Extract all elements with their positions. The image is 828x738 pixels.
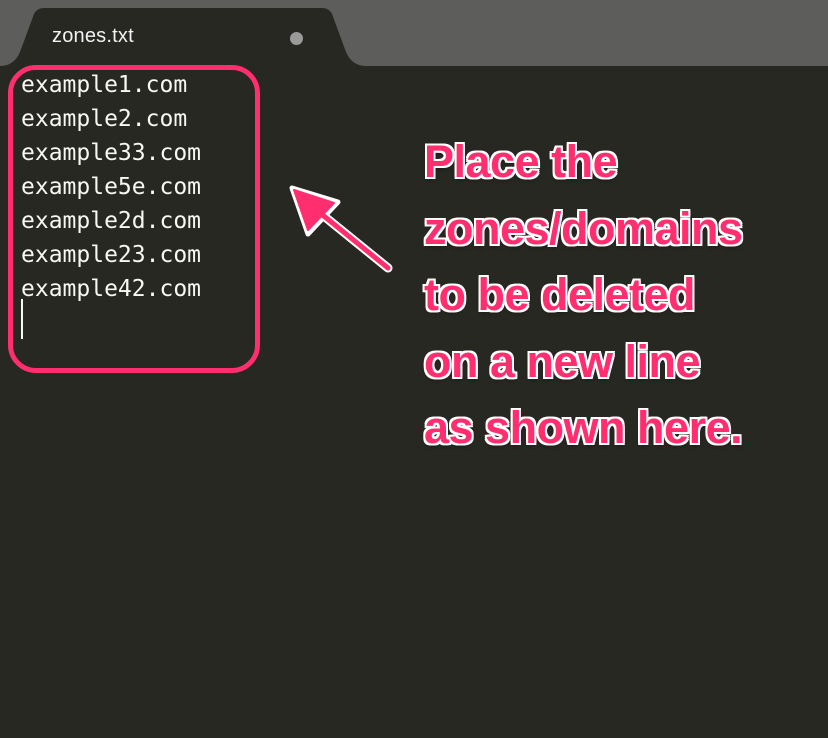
unsaved-dot-icon[interactable]	[290, 32, 303, 45]
text-editor-window: zones.txt example1.com example2.com exam…	[0, 0, 828, 738]
code-line: example1.com	[21, 72, 188, 98]
annotation-line: on a new line	[424, 335, 701, 387]
text-caret	[21, 299, 23, 339]
code-line: example2d.com	[21, 208, 202, 234]
annotation-line: to be deleted	[424, 269, 696, 320]
code-line: example5e.com	[21, 174, 202, 200]
annotation-line: as shown here.	[424, 402, 743, 453]
tab-bar: zones.txt	[0, 0, 828, 66]
code-lines: example1.com example2.com example33.com …	[21, 68, 201, 306]
code-line: example42.com	[21, 276, 202, 302]
code-line: example33.com	[21, 140, 202, 166]
annotation-line: zones/domains	[424, 202, 743, 254]
annotation-line: Place the	[424, 136, 618, 187]
tab-zones-txt[interactable]: zones.txt	[0, 0, 370, 66]
code-line: example23.com	[21, 242, 202, 268]
code-line: example2.com	[21, 106, 188, 132]
annotation-text: Place the zones/domains to be deleted on…	[424, 129, 820, 462]
tab-title: zones.txt	[52, 25, 134, 47]
